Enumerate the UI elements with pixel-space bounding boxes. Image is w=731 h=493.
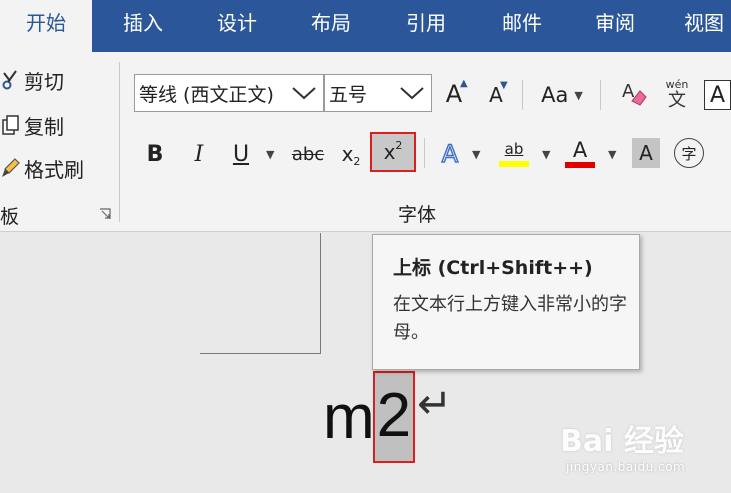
underline-label: U bbox=[232, 141, 250, 167]
enclose-characters-button[interactable]: 字 bbox=[674, 138, 704, 168]
ribbon: 剪切 复制 格式刷 板 等线 (西文正文) 五号 A ▲ A ▼ Aa ▼ A … bbox=[0, 52, 731, 232]
highlight-color-swatch bbox=[499, 160, 529, 167]
tooltip-description: 在文本行上方键入非常小的字母。 bbox=[393, 294, 627, 343]
subscript-digit-label: 2 bbox=[353, 154, 361, 168]
watermark-url: jingyan.baidu.com bbox=[566, 460, 686, 474]
grow-font-button[interactable]: A ▲ bbox=[438, 76, 470, 112]
paragraph-mark-icon: ↵ bbox=[417, 379, 453, 427]
chevron-down-icon bbox=[291, 83, 317, 108]
bold-button[interactable]: B bbox=[140, 136, 170, 172]
copy-label: 复制 bbox=[24, 114, 64, 139]
copy-icon bbox=[0, 112, 22, 138]
font-color-dropdown-icon[interactable]: ▼ bbox=[608, 148, 616, 161]
document-text-line[interactable]: m 2 ↵ bbox=[323, 371, 453, 463]
caret-down-icon: ▼ bbox=[500, 80, 508, 91]
strikethrough-label: abc bbox=[291, 143, 325, 165]
text-before-selection: m bbox=[323, 382, 375, 452]
tab-review[interactable]: 审阅 bbox=[570, 0, 660, 52]
dropdown-arrow-icon: ▼ bbox=[574, 88, 583, 102]
page-margin-corner-mark bbox=[200, 233, 321, 354]
strikethrough-button[interactable]: abc bbox=[288, 136, 328, 172]
character-shading-button[interactable]: A bbox=[632, 138, 660, 168]
eraser-icon: A bbox=[620, 79, 650, 111]
ribbon-tab-bar: 开始 插入 设计 布局 引用 邮件 审阅 视图 bbox=[0, 0, 731, 52]
character-border-label: A bbox=[709, 82, 726, 108]
clipboard-dialog-launcher-icon[interactable] bbox=[98, 206, 112, 220]
selected-text[interactable]: 2 bbox=[372, 371, 416, 463]
copy-button[interactable]: 复制 bbox=[0, 107, 64, 143]
font-name-combobox[interactable]: 等线 (西文正文) bbox=[134, 74, 324, 112]
format-painter-label: 格式刷 bbox=[24, 157, 84, 182]
baidu-jingyan-watermark: Bai 经验 jingyan.baidu.com bbox=[560, 412, 728, 488]
italic-label: I bbox=[194, 141, 204, 167]
superscript-button[interactable]: x 2 bbox=[370, 132, 416, 172]
clipboard-group-label: 板 bbox=[0, 206, 20, 228]
scissors-icon bbox=[0, 67, 22, 93]
highlight-dropdown-icon[interactable]: ▼ bbox=[542, 148, 550, 161]
tab-layout[interactable]: 布局 bbox=[286, 0, 376, 52]
subscript-x-label: x bbox=[341, 142, 354, 166]
italic-button[interactable]: I bbox=[184, 136, 214, 172]
highlight-label: ab bbox=[504, 139, 524, 158]
change-case-label: Aa bbox=[541, 83, 569, 107]
superscript-digit-label: 2 bbox=[395, 138, 403, 152]
divider bbox=[424, 138, 425, 168]
tab-insert[interactable]: 插入 bbox=[98, 0, 188, 52]
font-name-value: 等线 (西文正文) bbox=[139, 83, 274, 106]
chevron-down-icon bbox=[399, 83, 425, 108]
character-shading-label: A bbox=[639, 141, 653, 165]
divider bbox=[600, 80, 601, 110]
cut-label: 剪切 bbox=[24, 69, 64, 94]
text-effects-dropdown-icon[interactable]: ▼ bbox=[472, 148, 480, 161]
caret-up-icon: ▲ bbox=[460, 78, 468, 89]
font-size-combobox[interactable]: 五号 bbox=[324, 74, 432, 112]
format-painter-button[interactable]: 格式刷 bbox=[0, 150, 84, 186]
underline-dropdown-icon[interactable]: ▼ bbox=[266, 148, 274, 161]
tab-design[interactable]: 设计 bbox=[192, 0, 282, 52]
bold-label: B bbox=[146, 141, 164, 167]
font-group-label: 字体 bbox=[398, 204, 437, 226]
clear-formatting-button[interactable]: A bbox=[618, 78, 652, 112]
phonetic-bottom-label: 文 bbox=[668, 90, 686, 111]
divider bbox=[522, 80, 523, 110]
font-color-label: A bbox=[572, 138, 588, 162]
watermark-brand: Bai 经验 bbox=[560, 424, 684, 459]
text-effects-label: A bbox=[441, 139, 459, 169]
phonetic-guide-button[interactable]: wén 文 bbox=[660, 76, 694, 114]
superscript-tooltip: 上标 (Ctrl+Shift++) 在文本行上方键入非常小的字母。 bbox=[372, 234, 640, 370]
font-color-swatch bbox=[565, 162, 595, 168]
character-border-button[interactable]: A bbox=[704, 80, 731, 110]
paintbrush-icon bbox=[0, 155, 22, 181]
font-color-button[interactable]: A bbox=[562, 134, 598, 172]
svg-text:A: A bbox=[622, 81, 635, 102]
font-size-value: 五号 bbox=[329, 83, 368, 106]
tab-mailings[interactable]: 邮件 bbox=[476, 0, 568, 52]
superscript-x-label: x bbox=[383, 140, 396, 164]
tab-home[interactable]: 开始 bbox=[0, 0, 92, 52]
enclose-label: 字 bbox=[681, 144, 697, 163]
change-case-button[interactable]: Aa ▼ bbox=[534, 78, 590, 112]
subscript-button[interactable]: x 2 bbox=[336, 136, 366, 172]
tab-references[interactable]: 引用 bbox=[380, 0, 472, 52]
tab-view[interactable]: 视图 bbox=[664, 0, 731, 52]
tooltip-title: 上标 (Ctrl+Shift++) bbox=[393, 257, 593, 279]
underline-button[interactable]: U bbox=[226, 136, 256, 172]
shrink-font-button[interactable]: A ▼ bbox=[480, 78, 512, 112]
text-effects-button[interactable]: A bbox=[434, 136, 466, 172]
cut-button[interactable]: 剪切 bbox=[0, 62, 64, 98]
text-highlight-button[interactable]: ab bbox=[496, 134, 532, 172]
group-divider bbox=[119, 62, 120, 222]
